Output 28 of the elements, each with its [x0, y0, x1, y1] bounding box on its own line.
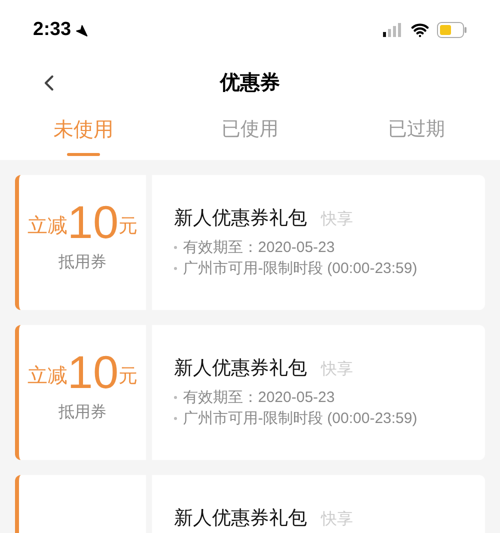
battery-icon [437, 22, 467, 38]
coupon-detail: 有效期至：2020-05-23 [183, 238, 335, 258]
page-title: 优惠券 [220, 70, 280, 96]
discount-amount: 10 [67, 197, 119, 247]
location-icon [75, 24, 88, 36]
coupon-detail: 广州市可用-限制时段 (00:00-23:59) [183, 259, 418, 279]
discount-unit: 元 [118, 214, 138, 238]
tab[interactable]: 未使用 [0, 105, 167, 160]
bullet-icon [174, 396, 177, 399]
discount-prefix: 立减 [27, 364, 68, 389]
discount-amount: 10 [67, 347, 119, 397]
status-time: 2:33 [33, 18, 72, 42]
coupon-title: 新人优惠券礼包 [174, 207, 307, 231]
signal-icon [383, 23, 403, 37]
discount-unit: 元 [118, 364, 138, 388]
bullet-icon [174, 267, 177, 270]
bullet-icon [174, 417, 177, 420]
wifi-icon [411, 21, 429, 39]
coupon-title: 新人优惠券礼包 [174, 507, 307, 531]
coupon-title: 新人优惠券礼包 [174, 357, 307, 381]
coupon-type: 抵用券 [58, 402, 106, 423]
tab[interactable]: 已过期 [333, 105, 500, 160]
coupon-detail: 广州市可用-限制时段 (00:00-23:59) [183, 409, 418, 429]
coupon-type: 抵用券 [58, 252, 106, 273]
bullet-icon [174, 246, 177, 249]
coupon-detail: 有效期至：2020-05-23 [183, 388, 335, 408]
discount-prefix: 立减 [27, 214, 68, 239]
tab[interactable]: 已使用 [166, 105, 334, 160]
